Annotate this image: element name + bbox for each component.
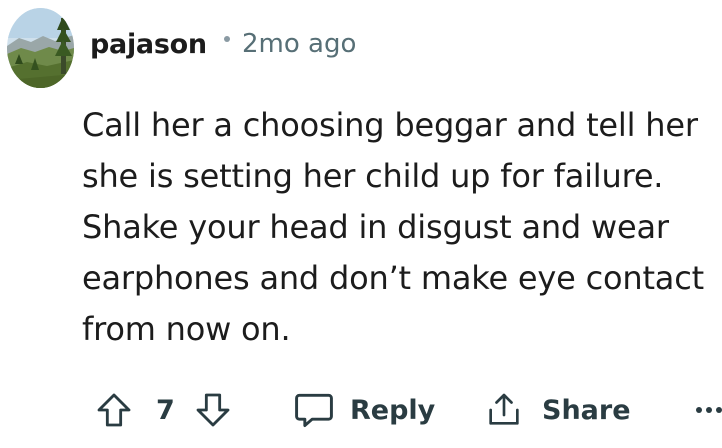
speech-bubble-icon <box>295 393 333 428</box>
comment-line: Call her a choosing beggar and tell her <box>82 106 698 144</box>
landscape-avatar-image <box>7 8 74 88</box>
upvote-button[interactable] <box>94 385 134 435</box>
upvote-arrow-icon <box>97 393 131 427</box>
comment-body: Call her a choosing beggar and tell her … <box>82 100 722 355</box>
ellipsis-icon <box>696 407 722 413</box>
comment-author[interactable]: pajason <box>90 29 207 60</box>
avatar[interactable] <box>7 8 74 88</box>
share-button[interactable]: Share <box>484 385 631 435</box>
share-label: Share <box>542 394 631 426</box>
downvote-button[interactable] <box>193 385 233 435</box>
comment-line: Shake your head in disgust and wear <box>82 208 669 246</box>
vote-score: 7 <box>156 385 175 435</box>
comment-line: from now on. <box>82 310 291 348</box>
meta-separator-dot <box>224 36 230 42</box>
reply-label: Reply <box>350 394 436 426</box>
share-upload-icon <box>489 393 519 425</box>
vote-score-value: 7 <box>156 394 175 426</box>
comment-line: she is setting her child up for failure. <box>82 157 664 195</box>
comment-action-bar: 7 Reply Share <box>0 385 722 435</box>
reply-button[interactable]: Reply <box>292 385 435 435</box>
more-options-button[interactable] <box>696 385 722 435</box>
comment-line: earphones and don’t make eye contact <box>82 259 704 297</box>
comment-timestamp[interactable]: 2mo ago <box>242 29 356 59</box>
downvote-arrow-icon <box>196 393 230 427</box>
